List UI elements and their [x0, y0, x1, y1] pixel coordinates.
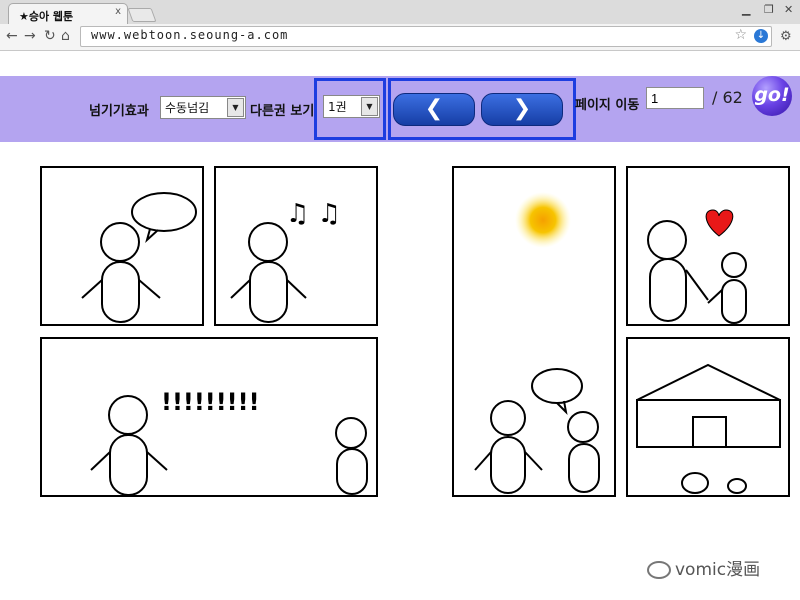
music-notes-icon: ♫ ♫: [286, 199, 341, 229]
comic-panel-5: [626, 166, 790, 326]
stone: [727, 478, 747, 494]
stick-figure: [474, 400, 543, 494]
small-stick-figure: [567, 411, 600, 493]
wechat-icon: [647, 561, 671, 579]
comic-panel-3: [40, 337, 378, 497]
stick-figure: [90, 395, 168, 496]
stick-figure: [647, 220, 709, 322]
comic-panel-2: [214, 166, 378, 326]
exclamation-text: !!!!!!!!!: [161, 388, 260, 416]
speech-bubble: [131, 192, 197, 232]
comic-panel-1: [40, 166, 204, 326]
watermark-text: vomic漫画: [675, 560, 761, 580]
speech-bubble: [531, 368, 583, 404]
watermark: vomic漫画: [647, 555, 760, 580]
comic-page: ♫ ♫ !!!!!!!!!: [40, 166, 790, 497]
small-stick-figure: [335, 417, 368, 495]
sun-icon: [515, 192, 571, 248]
house-drawing: [636, 363, 781, 448]
stone: [681, 472, 709, 494]
small-stick-figure: [707, 252, 747, 324]
heart-icon: [705, 209, 734, 237]
stick-figure: [230, 222, 307, 323]
